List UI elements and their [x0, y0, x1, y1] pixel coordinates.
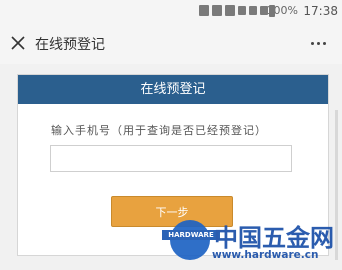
form-header: 在线预登记 [18, 75, 328, 104]
watermark-name: 中国五金网 [214, 224, 334, 252]
wifi-icon [238, 6, 246, 15]
phone-input[interactable] [50, 145, 292, 172]
globe-logo-icon [170, 220, 210, 260]
battery-icon [269, 5, 275, 17]
nfc-icon [199, 5, 209, 16]
status-time: 17:38 [303, 4, 338, 18]
signal-icon [249, 6, 257, 15]
watermark: HARDWARE 中国五金网 www.hardware.cn [162, 216, 342, 270]
title-bar: 在线预登记 [0, 24, 342, 64]
page-title: 在线预登记 [35, 37, 105, 53]
phone-label: 输入手机号（用于查询是否已经预登记） [51, 124, 267, 137]
status-bar: 100% 17:38 [0, 0, 342, 24]
mute-icon [212, 5, 222, 16]
alarm-icon [225, 5, 235, 16]
watermark-badge: HARDWARE [162, 230, 220, 240]
close-icon[interactable] [10, 35, 26, 51]
more-icon[interactable] [311, 42, 326, 45]
watermark-url: www.hardware.cn [212, 249, 319, 261]
status-icons [199, 5, 268, 16]
